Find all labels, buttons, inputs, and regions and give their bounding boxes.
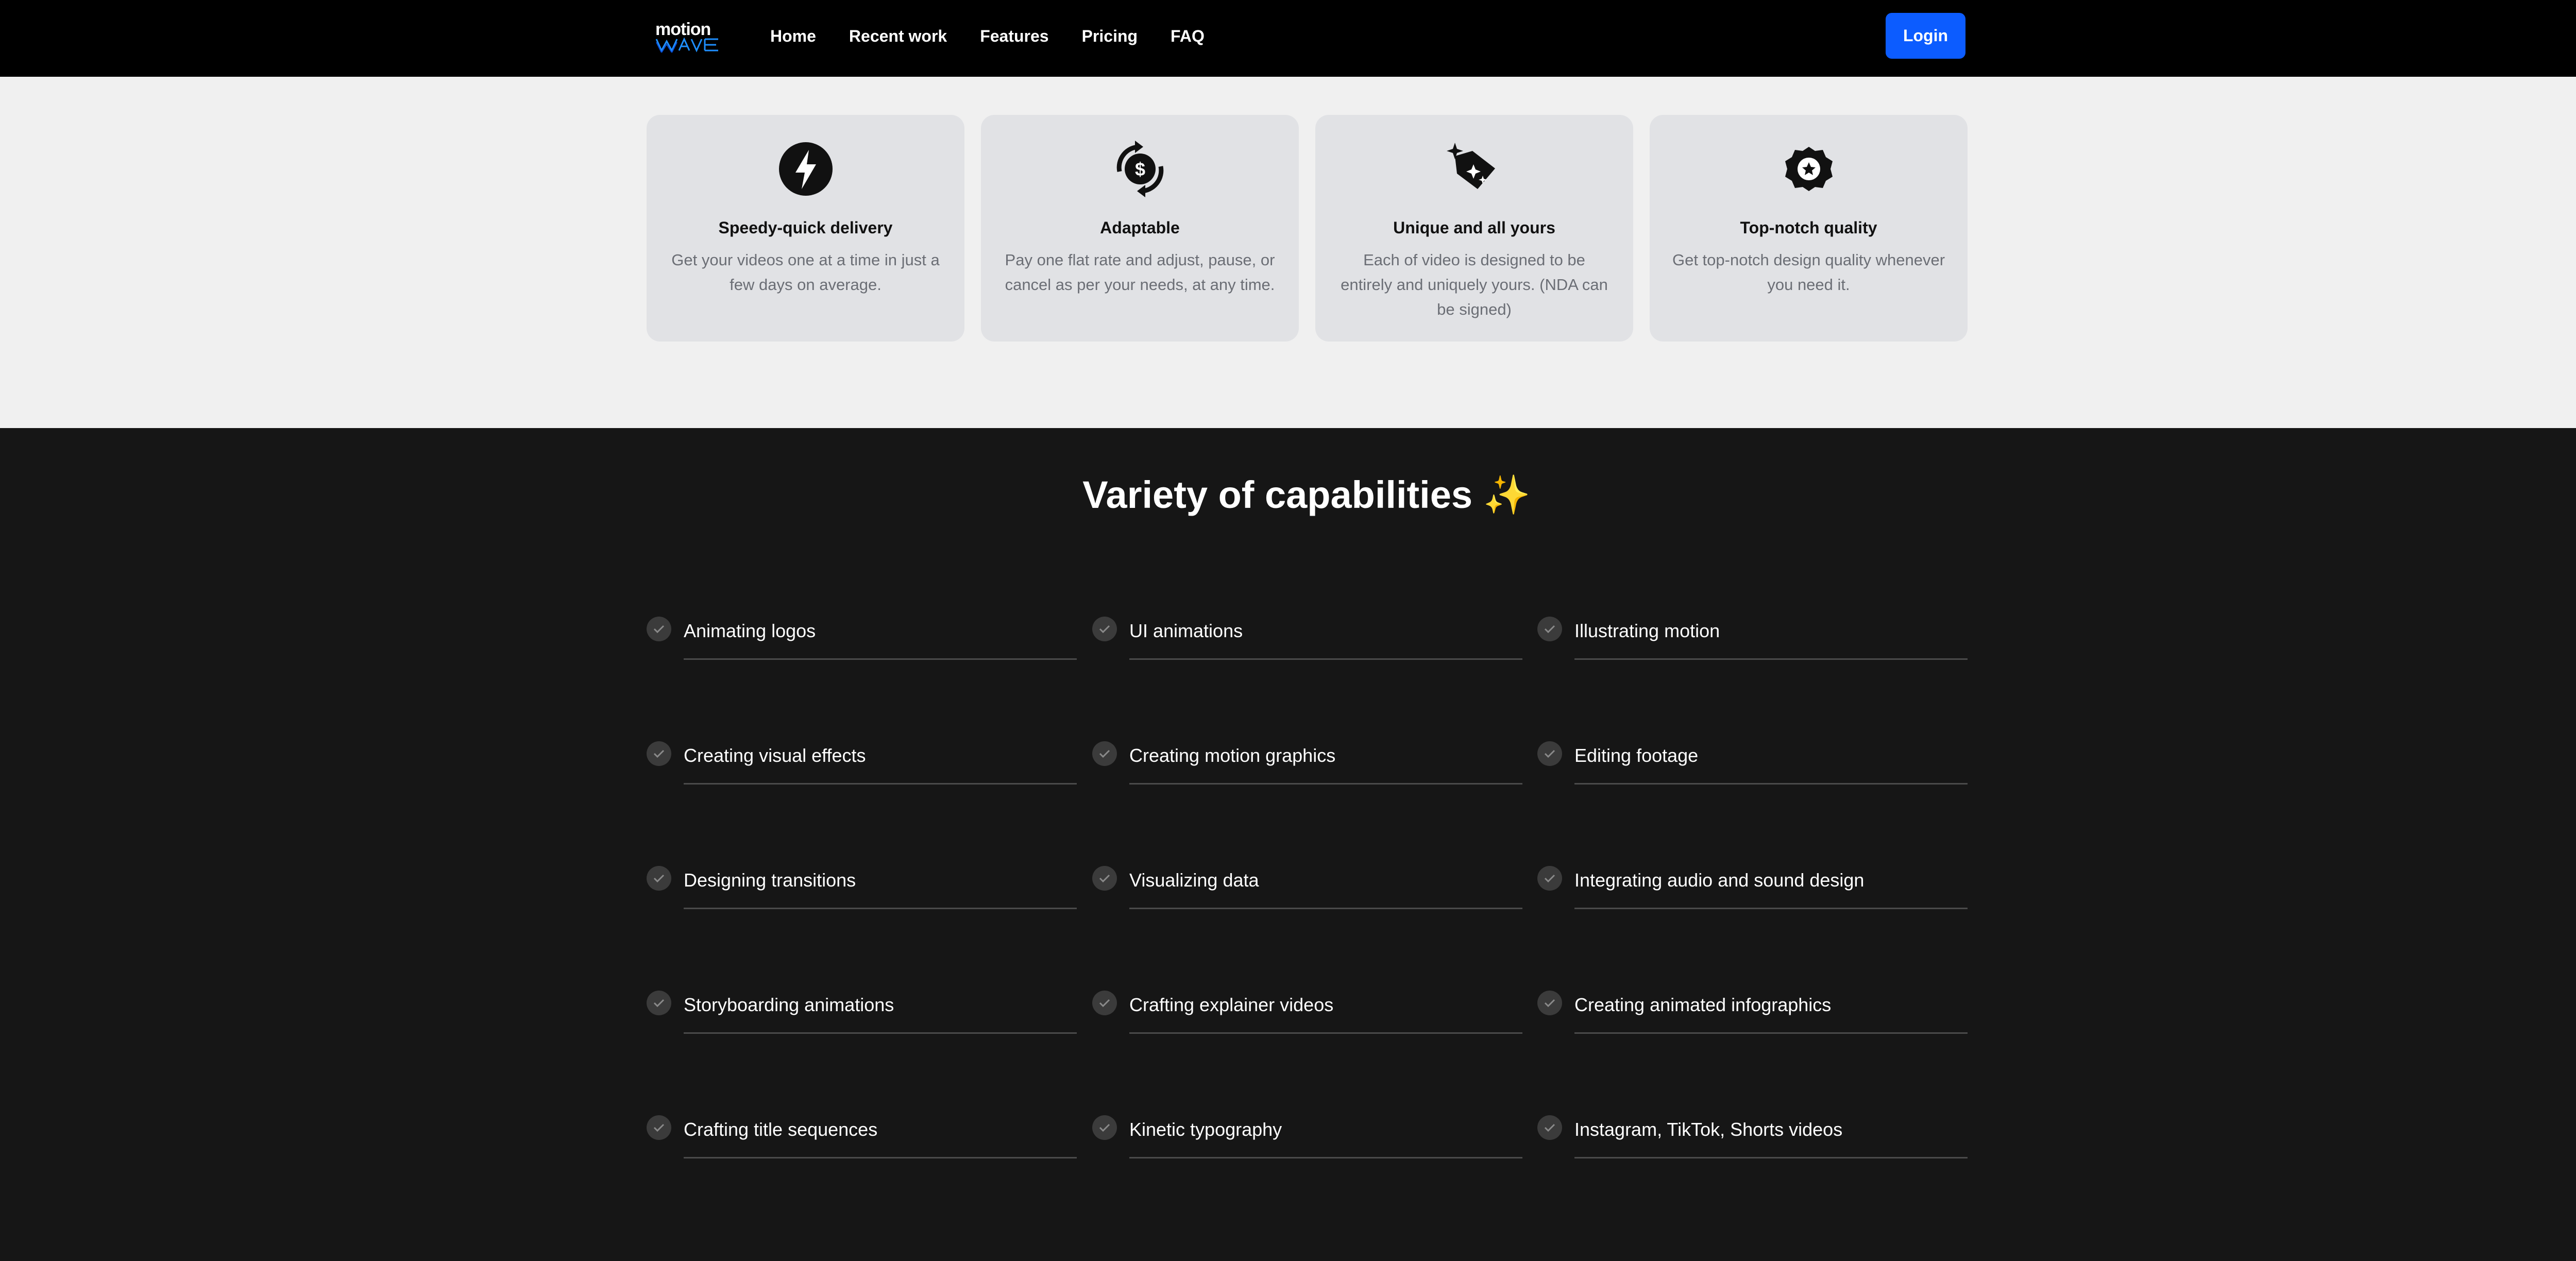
nav-faq[interactable]: FAQ — [1171, 26, 1205, 46]
check-icon — [1092, 991, 1117, 1015]
capability-item: Creating animated infographics — [1537, 991, 1968, 1037]
capability-item: Designing transitions — [647, 866, 1077, 912]
sparkle-tag-icon — [1446, 143, 1495, 189]
capability-divider — [1574, 1157, 1968, 1158]
capability-item: Instagram, TikTok, Shorts videos — [1537, 1115, 1968, 1162]
dollar-cycle-icon: $ — [1116, 141, 1163, 197]
capability-item: Creating visual effects — [647, 741, 1077, 788]
capability-divider — [1129, 783, 1522, 785]
capability-item: Animating logos — [647, 617, 1077, 663]
badge-star-icon — [1785, 147, 1833, 191]
capability-divider — [1129, 658, 1522, 660]
capability-item: Storyboarding animations — [647, 991, 1077, 1037]
capability-item: Editing footage — [1537, 741, 1968, 788]
check-icon — [647, 991, 671, 1015]
check-icon — [1537, 741, 1562, 766]
check-icon — [1092, 1115, 1117, 1140]
check-icon — [1537, 1115, 1562, 1140]
capabilities-heading-text: Variety of capabilities — [1082, 473, 1473, 516]
capabilities-section: Variety of capabilities ✨ Animating logo… — [0, 428, 2576, 1261]
capability-item: Kinetic typography — [1092, 1115, 1522, 1162]
capability-label: Editing footage — [1574, 745, 1699, 766]
capability-label: Designing transitions — [684, 870, 856, 891]
check-icon — [647, 866, 671, 891]
feature-description: Get your videos one at a time in just a … — [671, 251, 940, 294]
check-icon — [1092, 617, 1117, 641]
capability-divider — [1129, 1032, 1522, 1034]
feature-description: Each of video is designed to be entirely… — [1341, 251, 1608, 318]
capability-label: Crafting explainer videos — [1129, 994, 1334, 1015]
feature-title: Adaptable — [1100, 218, 1180, 237]
capability-divider — [1574, 1032, 1968, 1034]
capability-item: Illustrating motion — [1537, 617, 1968, 663]
capability-divider — [684, 908, 1077, 909]
capability-item: Crafting explainer videos — [1092, 991, 1522, 1037]
nav-links: Home Recent work Features Pricing FAQ — [770, 26, 1238, 46]
check-icon — [647, 1115, 671, 1140]
feature-card-quality: Top-notch quality Get top-notch design q… — [1650, 115, 1968, 342]
capability-label: UI animations — [1129, 620, 1243, 641]
svg-text:$: $ — [1134, 159, 1145, 180]
nav-recent-work[interactable]: Recent work — [849, 26, 947, 46]
capability-label: Visualizing data — [1129, 870, 1259, 891]
check-icon — [647, 741, 671, 766]
feature-card-adaptable: $ Adaptable Pay one flat rate and adjust… — [981, 115, 1299, 342]
capability-label: Illustrating motion — [1574, 620, 1720, 641]
capability-label: Creating motion graphics — [1129, 745, 1336, 766]
check-icon — [1537, 991, 1562, 1015]
capability-label: Animating logos — [684, 620, 816, 641]
nav-home[interactable]: Home — [770, 26, 816, 46]
sparkles-icon: ✨ — [1483, 473, 1531, 516]
check-icon — [1092, 866, 1117, 891]
capability-divider — [684, 783, 1077, 785]
nav-features[interactable]: Features — [980, 26, 1048, 46]
capability-divider — [1129, 1157, 1522, 1158]
feature-description: Pay one flat rate and adjust, pause, or … — [1005, 251, 1275, 294]
login-button[interactable]: Login — [1886, 13, 1965, 59]
top-navbar: motion Home Recent work Features Pricing… — [0, 0, 2576, 77]
capability-divider — [1574, 908, 1968, 909]
capability-divider — [684, 1032, 1077, 1034]
capability-item: UI animations — [1092, 617, 1522, 663]
lightning-icon — [778, 142, 833, 196]
capability-label: Crafting title sequences — [684, 1119, 878, 1140]
capability-item: Visualizing data — [1092, 866, 1522, 912]
capability-item: Creating motion graphics — [1092, 741, 1522, 788]
feature-title: Unique and all yours — [1393, 218, 1555, 237]
capability-label: Kinetic typography — [1129, 1119, 1282, 1140]
feature-card-unique: Unique and all yours Each of video is de… — [1315, 115, 1633, 342]
capability-divider — [1129, 908, 1522, 909]
check-icon — [1537, 617, 1562, 641]
capability-label: Integrating audio and sound design — [1574, 870, 1865, 891]
feature-description: Get top-notch design quality whenever yo… — [1672, 251, 1945, 294]
capability-divider — [1574, 783, 1968, 785]
check-icon — [1092, 741, 1117, 766]
feature-card-delivery: Speedy-quick delivery Get your videos on… — [647, 115, 964, 342]
motionwave-logo[interactable]: motion — [655, 21, 721, 53]
feature-title: Speedy-quick delivery — [718, 218, 893, 237]
capability-label: Storyboarding animations — [684, 994, 894, 1015]
capability-item: Crafting title sequences — [647, 1115, 1077, 1162]
check-icon — [1537, 866, 1562, 891]
capability-label: Creating visual effects — [684, 745, 866, 766]
check-icon — [647, 617, 671, 641]
capability-divider — [684, 658, 1077, 660]
capability-divider — [684, 1157, 1077, 1158]
feature-title: Top-notch quality — [1740, 218, 1877, 237]
capability-label: Creating animated infographics — [1574, 994, 1832, 1015]
capability-label: Instagram, TikTok, Shorts videos — [1574, 1119, 1843, 1140]
capabilities-heading: Variety of capabilities ✨ — [0, 472, 2576, 518]
capability-divider — [1574, 658, 1968, 660]
capability-item: Integrating audio and sound design — [1537, 866, 1968, 912]
logo-wave-icon — [655, 37, 718, 53]
features-section: Speedy-quick delivery Get your videos on… — [0, 77, 2576, 428]
logo-wordmark: motion — [655, 20, 711, 39]
nav-pricing[interactable]: Pricing — [1082, 26, 1138, 46]
